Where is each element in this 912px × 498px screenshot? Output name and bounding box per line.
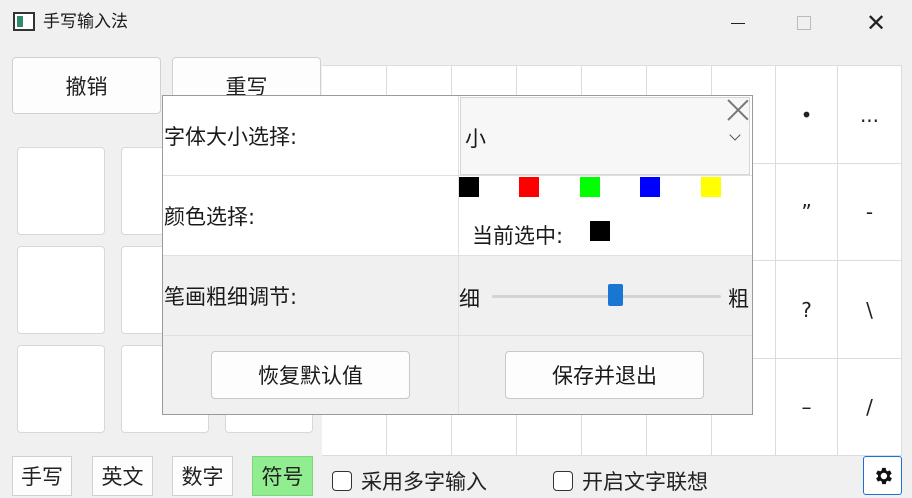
close-button[interactable]: ✕ xyxy=(846,0,906,45)
mode-handwriting-button[interactable]: 手写 xyxy=(12,456,72,496)
current-color-label: 当前选中: xyxy=(472,224,564,248)
color-swatch-black[interactable] xyxy=(459,177,479,197)
symbol-cell-question[interactable]: ? xyxy=(776,261,838,359)
color-swatch-red[interactable] xyxy=(519,177,539,197)
color-swatch-blue[interactable] xyxy=(640,177,660,197)
symbol-cell-bullet[interactable]: • xyxy=(776,66,838,164)
symbol-cell-hyphen[interactable]: - xyxy=(838,164,902,261)
font-size-select[interactable]: 小 xyxy=(460,97,750,175)
button-row: 恢复默认值 保存并退出 xyxy=(163,336,752,414)
stroke-row: 笔画粗细调节: 细 粗 xyxy=(163,256,752,336)
multi-char-checkbox-row[interactable]: 采用多字输入 xyxy=(332,466,487,496)
font-size-row: 字体大小选择: 小 xyxy=(163,96,752,176)
stroke-slider-handle[interactable] xyxy=(608,284,624,306)
mode-number-button[interactable]: 数字 xyxy=(172,456,233,496)
current-color-swatch xyxy=(590,221,610,241)
color-row: 颜色选择: 当前选中: xyxy=(163,176,752,256)
multi-char-label: 采用多字输入 xyxy=(361,470,487,494)
symbol-cell-slash[interactable]: / xyxy=(838,359,902,456)
stroke-label: 笔画粗细调节: xyxy=(164,285,298,309)
save-exit-button[interactable]: 保存并退出 xyxy=(505,351,704,399)
association-checkbox-row[interactable]: 开启文字联想 xyxy=(553,466,708,496)
gear-icon xyxy=(875,467,892,484)
row-divider xyxy=(458,96,459,176)
row-divider xyxy=(458,336,459,414)
maximize-icon xyxy=(797,15,811,30)
font-size-label: 字体大小选择: xyxy=(164,125,298,149)
chevron-down-icon xyxy=(729,129,741,141)
settings-button[interactable] xyxy=(863,456,902,495)
window-title: 手写输入法 xyxy=(43,12,128,32)
color-swatch-yellow[interactable] xyxy=(701,177,721,197)
candidate-tile[interactable] xyxy=(17,345,105,433)
association-checkbox[interactable] xyxy=(553,471,573,491)
symbol-cell-backslash[interactable]: \ xyxy=(838,261,902,359)
symbol-cell-dash[interactable]: – xyxy=(776,359,838,456)
stroke-slider-track[interactable] xyxy=(492,295,721,298)
symbol-cell-ellipsis[interactable]: ... xyxy=(838,66,902,164)
candidate-tile[interactable] xyxy=(17,246,105,334)
app-icon xyxy=(13,12,35,31)
color-swatch-green[interactable] xyxy=(580,177,600,197)
dialog-close-icon[interactable] xyxy=(727,99,749,121)
minimize-button[interactable] xyxy=(708,0,768,45)
symbol-cell-quote[interactable]: ” xyxy=(776,164,838,261)
mode-english-button[interactable]: 英文 xyxy=(92,456,153,496)
title-bar: 手写输入法 ✕ xyxy=(0,0,912,45)
font-size-value: 小 xyxy=(465,127,486,151)
settings-dialog: 字体大小选择: 小 颜色选择: 当前选中: 笔画粗细调节: 细 粗 恢复默认值 … xyxy=(162,95,753,415)
restore-defaults-button[interactable]: 恢复默认值 xyxy=(211,351,410,399)
candidate-tile[interactable] xyxy=(17,147,105,235)
undo-button[interactable]: 撤销 xyxy=(12,57,161,114)
stroke-thick-label: 粗 xyxy=(728,287,749,311)
color-label: 颜色选择: xyxy=(164,205,256,229)
stroke-thin-label: 细 xyxy=(459,287,480,311)
association-label: 开启文字联想 xyxy=(582,470,708,494)
multi-char-checkbox[interactable] xyxy=(332,471,352,491)
mode-symbol-button[interactable]: 符号 xyxy=(252,456,313,496)
minimize-icon xyxy=(731,23,745,24)
maximize-button[interactable] xyxy=(774,0,834,45)
